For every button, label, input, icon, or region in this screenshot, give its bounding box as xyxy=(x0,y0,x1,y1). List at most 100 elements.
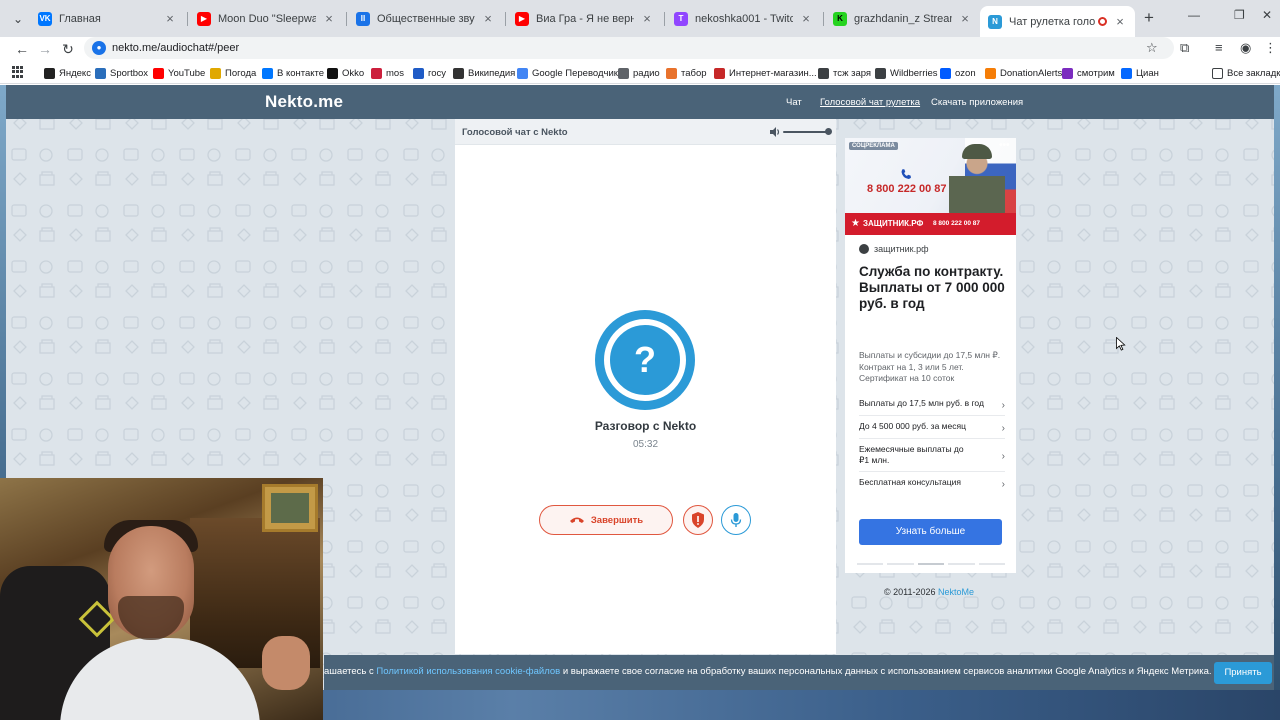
tab-1[interactable]: ▶ Moon Duo "Sleepwalker" (Offic × xyxy=(189,6,344,31)
bookmark-item[interactable]: радио xyxy=(618,65,660,81)
ad-headline[interactable]: Служба по контракту. Выплаты от 7 000 00… xyxy=(859,264,1009,312)
ad-link-item[interactable]: Ежемесячные выплаты до ₽1 млн. › xyxy=(859,442,1005,472)
close-icon[interactable]: × xyxy=(481,11,495,26)
all-bookmarks-button[interactable]: Все закладки xyxy=(1212,65,1280,81)
microphone-button[interactable] xyxy=(721,505,751,535)
ad-slide-dot[interactable] xyxy=(857,563,884,565)
volume-icon[interactable] xyxy=(769,126,781,138)
ad-slide-dot[interactable] xyxy=(978,563,1006,565)
cookie-policy-link[interactable]: Политикой использования cookie-файлов xyxy=(376,666,560,677)
ad-link-item[interactable]: До 4 500 000 руб. за месяц › xyxy=(859,419,1005,439)
bookmarks-bar: Все закладки Яндекс Sportbox YouTube Погода… xyxy=(0,62,1280,84)
bookmark-label: YouTube xyxy=(168,67,206,79)
bookmark-item[interactable]: табор xyxy=(666,65,707,81)
ad-banner-image[interactable]: СОЦРЕКЛАМА ••• 8 800 222 00 87 ★ ЗАЩИТНИ… xyxy=(845,138,1016,235)
ad-link-item[interactable]: Выплаты до 17,5 млн руб. в год › xyxy=(859,396,1005,416)
chevron-right-icon: › xyxy=(1001,450,1005,462)
bookmark-item[interactable]: Sportbox xyxy=(95,65,148,81)
minimize-icon[interactable]: — xyxy=(1188,8,1200,22)
cookie-accept-button[interactable]: Принять xyxy=(1214,662,1272,684)
close-icon[interactable]: × xyxy=(322,11,336,26)
extensions-icon[interactable]: ⧉ xyxy=(1180,40,1189,56)
nav-voice-chat[interactable]: Голосовой чат рулетка xyxy=(820,97,920,108)
bookmark-label: радио xyxy=(633,67,660,79)
profile-avatar[interactable]: ◉ xyxy=(1240,40,1251,56)
bookmark-favicon-icon xyxy=(714,67,725,79)
bookmark-label: Wildberries xyxy=(890,67,938,79)
bookmark-item[interactable]: Google Переводчик xyxy=(517,65,618,81)
bookmark-item[interactable]: госу xyxy=(413,65,446,81)
youtube-icon: ▶ xyxy=(197,11,211,26)
apps-grid-icon[interactable] xyxy=(12,66,24,78)
new-tab-button[interactable]: + xyxy=(1140,9,1158,27)
forward-icon[interactable]: → xyxy=(35,39,55,59)
volume-slider-handle[interactable] xyxy=(825,128,832,135)
bookmark-item[interactable]: YouTube xyxy=(153,65,205,81)
bookmark-item[interactable]: тсж заря xyxy=(818,65,871,81)
nekto-icon: N xyxy=(988,14,1002,29)
report-button[interactable] xyxy=(683,505,713,535)
close-icon[interactable]: × xyxy=(799,11,813,26)
tab-search-icon[interactable]: ⌄ xyxy=(8,9,28,29)
volume-slider[interactable] xyxy=(783,131,828,133)
ad-cta-button[interactable]: Узнать больше xyxy=(859,519,1002,545)
bookmark-item[interactable]: Wildberries xyxy=(875,65,938,81)
ad-domain[interactable]: защитник.рф xyxy=(859,244,929,254)
bookmark-item[interactable]: ozon xyxy=(940,65,976,81)
bookmark-item[interactable]: Интернет-магазин... xyxy=(714,65,817,81)
nav-download-apps[interactable]: Скачать приложения xyxy=(931,97,1023,108)
address-bar[interactable]: ● nekto.me/audiochat#/peer xyxy=(84,37,1174,59)
menu-icon[interactable]: ⋮ xyxy=(1264,40,1277,56)
ad-link-label: Бесплатная консультация xyxy=(859,477,961,487)
nav-chat[interactable]: Чат xyxy=(786,97,802,108)
copyright-text: © 2011-2026 xyxy=(884,587,936,597)
tab-3[interactable]: ▶ Виа Гра - Я не вернусь [4K Re × xyxy=(507,6,662,31)
tab-title: Moon Duo "Sleepwalker" (Offic xyxy=(218,12,316,25)
bookmark-item[interactable]: Википедия xyxy=(453,65,515,81)
mic-site-info-icon[interactable]: ● xyxy=(92,41,106,55)
media-controls-icon[interactable]: ≡ xyxy=(1215,40,1223,55)
close-icon[interactable]: × xyxy=(640,11,654,26)
site-header: Nekto.me Чат Голосовой чат рулетка Скача… xyxy=(6,85,1274,119)
bookmark-label: Google Переводчик xyxy=(532,67,618,79)
close-icon[interactable]: × xyxy=(1113,14,1127,29)
ad-link-label: Выплаты до 17,5 млн руб. в год xyxy=(859,398,984,408)
window-close-icon[interactable]: ✕ xyxy=(1262,8,1272,22)
close-icon[interactable]: × xyxy=(958,11,972,26)
ad-menu-icon[interactable]: ••• xyxy=(999,140,1010,151)
site-logo[interactable]: Nekto.me xyxy=(265,92,343,112)
ad-slide-dot[interactable] xyxy=(887,563,914,565)
sidebar-ad[interactable]: СОЦРЕКЛАМА ••• 8 800 222 00 87 ★ ЗАЩИТНИ… xyxy=(845,138,1016,573)
bookmark-item[interactable]: Погода xyxy=(210,65,256,81)
bookmark-item[interactable]: DonationAlerts xyxy=(985,65,1062,81)
tab-2[interactable]: II Общественные звукозаписи × xyxy=(348,6,503,31)
restore-icon[interactable]: ❐ xyxy=(1234,8,1245,22)
bookmark-item[interactable]: Okko xyxy=(327,65,364,81)
copyright-link[interactable]: NektoMe xyxy=(938,587,974,597)
bookmark-item[interactable]: смотрим xyxy=(1062,65,1115,81)
end-call-button[interactable]: Завершить xyxy=(539,505,673,535)
bookmark-item[interactable]: mos xyxy=(371,65,404,81)
tab-0[interactable]: VK Главная × xyxy=(30,6,185,31)
bookmark-label: Интернет-магазин... xyxy=(729,67,817,79)
bookmark-star-icon[interactable]: ☆ xyxy=(1146,40,1158,56)
tab-title: Главная xyxy=(59,12,101,25)
bookmark-item[interactable]: Яндекс xyxy=(44,65,91,81)
ad-slide-dot[interactable] xyxy=(948,563,975,565)
tab-4[interactable]: T nekoshka001 - Twitch × xyxy=(666,6,821,31)
close-icon[interactable]: × xyxy=(163,11,177,26)
tab-5[interactable]: K grazhdanin_z Stream - Watch l × xyxy=(825,6,980,31)
url-text[interactable]: nekto.me/audiochat#/peer xyxy=(112,42,239,54)
tab-6-active[interactable]: N Чат рулетка голосовая — × xyxy=(980,6,1135,37)
bookmark-item[interactable]: В контакте xyxy=(262,65,324,81)
reload-icon[interactable]: ↻ xyxy=(58,39,78,59)
chat-header: Голосовой чат с Nekto xyxy=(455,119,836,145)
all-bookmarks-label: Все закладки xyxy=(1227,67,1280,79)
bookmark-item[interactable]: Циан xyxy=(1121,65,1159,81)
bookmark-label: Циан xyxy=(1136,67,1159,79)
twitch-icon: T xyxy=(674,11,688,26)
ad-slide-indicator xyxy=(857,563,1006,565)
ad-link-item[interactable]: Бесплатная консультация › xyxy=(859,475,1005,495)
ad-slide-dot[interactable] xyxy=(917,563,945,565)
back-icon[interactable]: ← xyxy=(12,39,32,59)
